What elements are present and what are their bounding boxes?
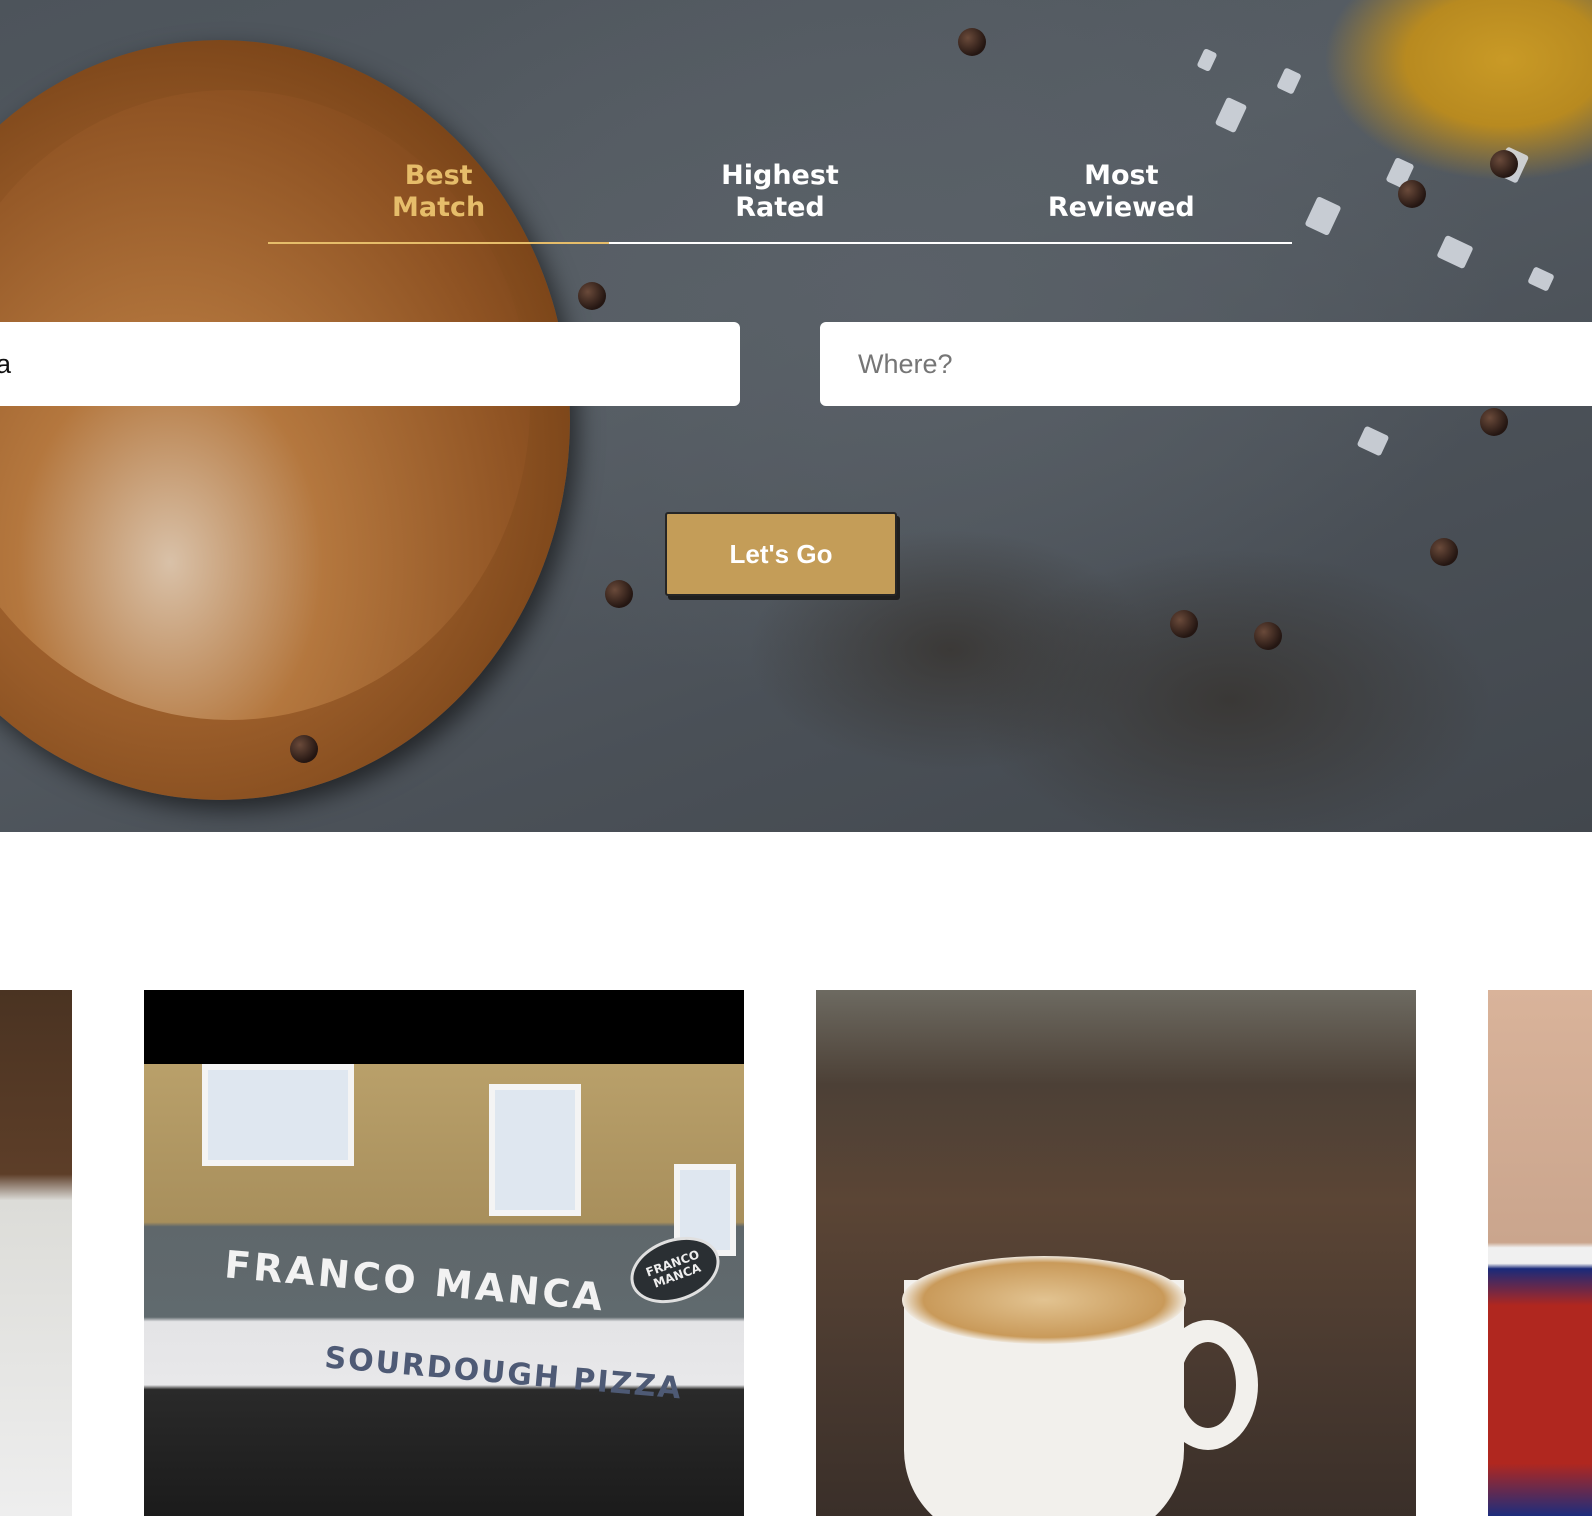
tab-most-reviewed[interactable]: Most Reviewed [951,160,1292,242]
peppercorn [1170,610,1198,638]
restaurant-card-image[interactable] [1488,990,1592,1516]
tab-best-match[interactable]: Best Match [268,160,610,244]
window [202,1064,354,1166]
restaurant-card-image[interactable] [816,990,1416,1516]
salt-crystal [1276,67,1302,95]
sort-tabs: Best Match Highest Rated Most Reviewed [268,160,1292,244]
tab-label: Reviewed [1047,192,1195,223]
peppercorn [1430,538,1458,566]
where-input-placeholder: Where? [858,348,953,379]
peppercorn [578,282,606,310]
restaurant-card-image[interactable]: FRANCO MANCA SOURDOUGH PIZZA FRANCO MANC… [144,990,744,1516]
peppercorn [1480,408,1508,436]
peppercorn [958,28,986,56]
storefront-photo: FRANCO MANCA SOURDOUGH PIZZA FRANCO MANC… [144,1064,744,1516]
salt-crystal [1527,266,1555,292]
tab-highest-rated[interactable]: Highest Rated [609,160,950,242]
peppercorn [1490,150,1518,178]
peppercorn [605,580,633,608]
latte-art [902,1256,1186,1344]
storefront-sign: FRANCO MANCA [222,1242,608,1320]
salt-crystal [1356,425,1390,457]
restaurant-card-image[interactable] [0,990,72,1516]
what-search-input[interactable]: a [0,322,740,406]
tab-label: Match [392,192,486,223]
salt-crystal [1196,47,1218,73]
salt-crystal [1214,96,1248,134]
peppercorn [1254,622,1282,650]
peppercorn [290,735,318,763]
lets-go-button[interactable]: Let's Go [665,512,897,596]
tab-label: Rated [735,192,825,223]
window [489,1084,581,1216]
tab-label: Highest [721,160,839,191]
tab-label: Best [404,160,473,191]
salt-crystal [1304,196,1342,236]
peppercorn [1398,180,1426,208]
hero-banner: Best Match Highest Rated Most Reviewed a… [0,0,1592,832]
tab-label: Most [1084,160,1159,191]
storefront-awning-text: SOURDOUGH PIZZA [323,1340,685,1407]
where-search-input[interactable]: Where? [820,322,1592,406]
salt-crystal [1436,234,1474,270]
cup-handle [1158,1320,1258,1450]
what-input-value: a [0,348,12,379]
